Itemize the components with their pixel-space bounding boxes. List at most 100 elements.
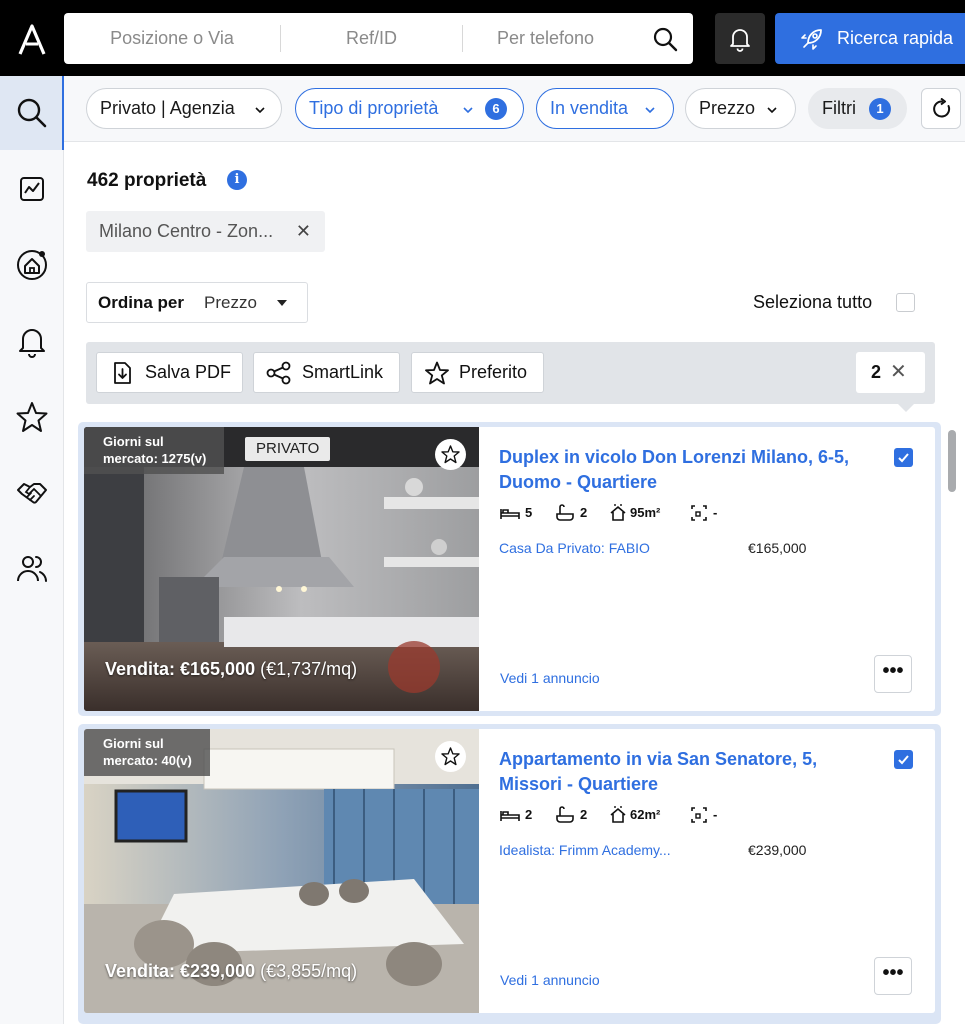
price-per-sqm: (€3,855/mq) xyxy=(260,961,358,981)
listing-checkbox[interactable] xyxy=(894,750,913,769)
more-options-button[interactable]: ••• xyxy=(874,655,912,693)
sort-label: Ordina per xyxy=(98,293,184,312)
bed-icon xyxy=(500,509,520,519)
smartlink-label: SmartLink xyxy=(302,362,384,382)
sale-price: Vendita: €239,000 xyxy=(105,961,256,981)
house-area-icon xyxy=(610,806,626,823)
private-seller-badge: PRIVATO xyxy=(245,437,331,461)
listing-title[interactable]: Appartamento in via San Senatore, 5, Mis… xyxy=(499,747,879,797)
search-icon xyxy=(17,98,47,128)
ref-id-search-input[interactable]: Ref/ID xyxy=(281,13,462,64)
sidebar-item-alerts[interactable] xyxy=(0,304,64,378)
bell-icon xyxy=(730,29,750,52)
area-value: 95m² xyxy=(630,505,661,520)
sort-value: Prezzo xyxy=(204,293,257,312)
listing-price: €165,000 xyxy=(748,540,807,556)
sort-select[interactable]: Ordina per Prezzo xyxy=(86,282,308,323)
refresh-button[interactable] xyxy=(921,88,961,129)
handshake-icon xyxy=(17,483,47,504)
listing-card: Giorni sul mercato: 1275(v) PRIVATO Vend… xyxy=(78,422,941,716)
chevron-down-icon xyxy=(767,107,777,114)
sale-status-filter-label: In vendita xyxy=(550,98,629,118)
price-filter-label: Prezzo xyxy=(699,98,756,118)
listing-card-body[interactable]: Giorni sul mercato: 1275(v) PRIVATO Vend… xyxy=(84,427,935,711)
view-ads-link[interactable]: Vedi 1 annuncio xyxy=(500,670,600,686)
location-tag: Milano Centro - Zon... ✕ xyxy=(86,211,325,252)
app-logo-icon[interactable] xyxy=(12,20,52,60)
star-icon xyxy=(425,361,449,385)
days-on-market-badge: Giorni sul mercato: 40(v) xyxy=(84,729,210,776)
bathrooms-count: 2 xyxy=(580,807,588,822)
caret-down-icon xyxy=(277,300,287,306)
price-filter[interactable]: Prezzo xyxy=(685,88,796,129)
photo-price-overlay: Vendita: €239,000 (€3,855/mq) xyxy=(105,961,357,982)
star-icon xyxy=(441,747,460,766)
top-bar: Posizione o Via Ref/ID Per telefono Rice… xyxy=(0,0,965,76)
sidebar-item-properties[interactable] xyxy=(0,228,64,302)
location-tag-label: Milano Centro - Zon... xyxy=(99,221,274,241)
owner-type-filter[interactable]: Privato | Agenzia xyxy=(86,88,282,129)
search-bar: Posizione o Via Ref/ID Per telefono xyxy=(64,13,693,64)
sale-status-filter[interactable]: In vendita xyxy=(536,88,674,129)
favorite-toggle[interactable] xyxy=(435,741,466,772)
star-icon xyxy=(441,445,460,464)
sidebar-item-deals[interactable] xyxy=(0,456,64,530)
listing-title[interactable]: Duplex in vicolo Don Lorenzi Milano, 6-5… xyxy=(499,445,879,495)
download-icon xyxy=(114,362,131,384)
close-icon[interactable]: ✕ xyxy=(296,211,311,252)
sidebar-item-contacts[interactable] xyxy=(0,532,64,606)
sidebar xyxy=(0,76,65,1024)
filter-count-badge: 6 xyxy=(485,98,507,120)
share-icon xyxy=(266,361,291,385)
more-options-button[interactable]: ••• xyxy=(874,957,912,995)
sale-price: Vendita: €165,000 xyxy=(105,659,256,679)
favorite-toggle[interactable] xyxy=(435,439,466,470)
info-icon[interactable]: i xyxy=(227,170,247,190)
listing-agent-link[interactable]: Casa Da Privato: FABIO xyxy=(499,540,719,556)
selected-count: 2 xyxy=(871,362,882,382)
search-icon[interactable] xyxy=(651,25,679,53)
listing-photo[interactable]: Giorni sul mercato: 1275(v) PRIVATO Vend… xyxy=(84,427,479,711)
listing-agent-link[interactable]: Idealista: Frimm Academy... xyxy=(499,842,719,858)
sidebar-item-search[interactable] xyxy=(0,76,65,150)
view-ads-link[interactable]: Vedi 1 annuncio xyxy=(500,972,600,988)
house-area-icon xyxy=(610,504,626,521)
more-filters-button[interactable]: Filtri 1 xyxy=(808,88,907,129)
property-type-filter-label: Tipo di proprietà xyxy=(309,98,439,118)
quick-search-button[interactable]: Ricerca rapida xyxy=(775,13,965,64)
filter-count-badge: 1 xyxy=(869,98,891,120)
location-search-input[interactable]: Posizione o Via xyxy=(64,13,280,64)
listing-checkbox[interactable] xyxy=(894,448,913,467)
favorite-button[interactable]: Preferito xyxy=(411,352,544,393)
smartlink-button[interactable]: SmartLink xyxy=(253,352,400,393)
listing-price: €239,000 xyxy=(748,842,807,858)
users-icon xyxy=(17,556,47,582)
results-panel: 462 proprietà i Milano Centro - Zon... ✕… xyxy=(64,142,965,1024)
chevron-down-icon xyxy=(463,107,473,114)
phone-search-input[interactable]: Per telefono xyxy=(463,13,628,64)
sidebar-item-favorites[interactable] xyxy=(0,380,64,454)
plot-value: - xyxy=(713,505,718,520)
favorite-label: Preferito xyxy=(459,362,528,382)
filter-bar: Privato | Agenzia Tipo di proprietà 6 In… xyxy=(64,76,965,142)
scrollbar-thumb[interactable] xyxy=(948,430,956,492)
clear-selection-icon[interactable]: ✕ xyxy=(890,352,907,393)
plot-value: - xyxy=(713,807,718,822)
photo-price-overlay: Vendita: €165,000 (€1,737/mq) xyxy=(105,659,357,680)
bedrooms-count: 2 xyxy=(525,807,533,822)
select-all-checkbox[interactable] xyxy=(896,293,915,312)
listing-card-body[interactable]: Giorni sul mercato: 40(v) Vendita: €239,… xyxy=(84,729,935,1013)
star-icon xyxy=(16,402,48,432)
refresh-icon xyxy=(933,98,951,118)
notifications-button[interactable] xyxy=(715,13,765,64)
property-type-filter[interactable]: Tipo di proprietà 6 xyxy=(295,88,524,129)
save-pdf-button[interactable]: Salva PDF xyxy=(96,352,243,393)
area-value: 62m² xyxy=(630,807,661,822)
select-all-label: Seleziona tutto xyxy=(753,292,873,312)
price-per-sqm: (€1,737/mq) xyxy=(260,659,358,679)
listing-photo[interactable]: Giorni sul mercato: 40(v) Vendita: €239,… xyxy=(84,729,479,1013)
owner-type-filter-label: Privato | Agenzia xyxy=(100,98,235,118)
check-icon xyxy=(898,755,909,765)
sidebar-item-analytics[interactable] xyxy=(0,152,64,226)
plot-icon xyxy=(691,807,707,823)
